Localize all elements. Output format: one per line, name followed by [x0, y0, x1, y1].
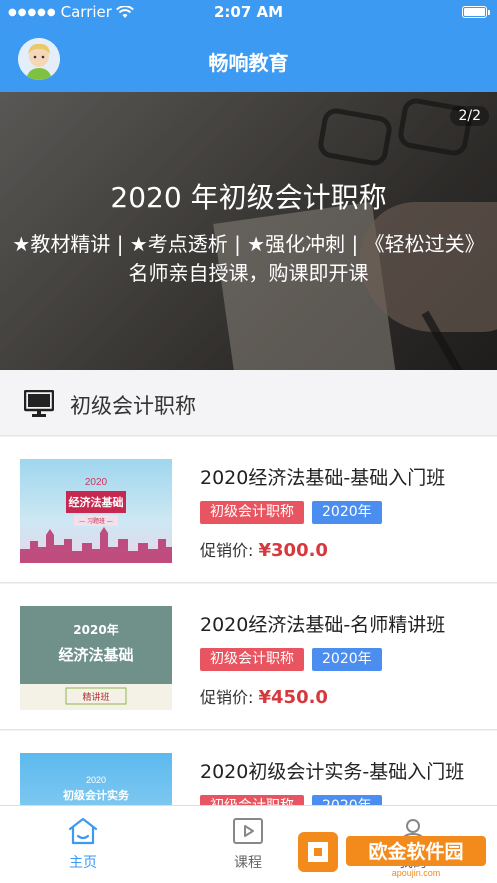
thumb-name: 经济法基础 — [69, 495, 124, 509]
monitor-icon — [24, 390, 54, 417]
banner-page-indicator: 2/2 — [450, 106, 489, 126]
price-row: 促销价: ¥450.0 — [200, 684, 328, 708]
watermark-url: apoujin.com — [392, 868, 441, 878]
status-time: 2:07 AM — [213, 3, 284, 21]
course-thumbnail-art: 2020 经济法基础 — 习题班 — — [20, 477, 172, 563]
status-bar: ●●●●● Carrier 2:07 AM — [0, 0, 497, 26]
app-header: ●●●●● Carrier 2:07 AM 畅响教育 — [0, 0, 497, 92]
thumb-sub: — 习题班 — — [79, 517, 113, 525]
tab-home[interactable]: 主页 — [23, 816, 143, 872]
price-value: ¥300.0 — [258, 540, 328, 561]
course-thumbnail: 2020 经济法基础 — 习题班 — — [20, 459, 172, 563]
thumb-year: 2020 — [85, 477, 108, 488]
thumb-name: 经济法基础 — [58, 646, 133, 664]
price-row: 促销价: ¥300.0 — [200, 537, 328, 561]
course-thumbnail: 2020年 经济法基础 精讲班 — [20, 606, 172, 710]
banner-title: 2020 年初级会计职称 — [110, 181, 387, 214]
year-tag: 2020年 — [312, 648, 382, 671]
promo-banner[interactable]: 2/2 2020 年初级会计职称 ★教材精讲 | ★考点透析 | ★强化冲刺 |… — [0, 92, 497, 370]
category-tag: 初级会计职称 — [200, 648, 304, 671]
course-title: 2020经济法基础-名师精讲班 — [200, 614, 446, 636]
price-value: ¥450.0 — [258, 687, 328, 708]
course-title: 2020初级会计实务-基础入门班 — [200, 761, 465, 783]
price-label: 促销价: — [200, 688, 254, 707]
section-title: 初级会计职称 — [70, 394, 196, 418]
app-title: 畅响教育 — [208, 51, 289, 75]
category-tag: 初级会计职称 — [200, 501, 304, 524]
watermark-art: 欧金软件园 apoujin.com — [298, 832, 486, 878]
course-tags: 初级会计职称 2020年 — [200, 648, 382, 671]
course-thumbnail-art: 2020年 经济法基础 精讲班 — [20, 606, 172, 710]
thumb-sub: 精讲班 — [82, 691, 109, 703]
banner-subtitle: ★教材精讲 | ★考点透析 | ★强化冲刺 | 《轻松过关》名师亲自授课，购课即… — [12, 232, 485, 285]
price-label: 促销价: — [200, 541, 254, 560]
tab-courses[interactable]: 课程 — [188, 816, 308, 872]
course-tags: 初级会计职称 2020年 — [200, 501, 382, 524]
tab-label: 主页 — [69, 855, 97, 871]
year-tag: 2020年 — [312, 501, 382, 524]
thumb-year: 2020年 — [73, 622, 118, 637]
home-icon — [68, 817, 98, 845]
course-item[interactable]: 2020 经济法基础 — 习题班 — 2020经济法基础-基础入门班 初级会计职… — [0, 437, 497, 583]
watermark-logo: 欧金软件园 apoujin.com — [296, 828, 491, 878]
thumb-name: 初级会计实务 — [63, 788, 130, 802]
battery-icon — [462, 6, 490, 18]
video-play-icon — [233, 818, 263, 844]
course-title: 2020经济法基础-基础入门班 — [200, 467, 446, 489]
section-header: 初级会计职称 — [0, 370, 497, 436]
watermark-text: 欧金软件园 — [368, 840, 463, 863]
thumb-year: 2020 — [86, 775, 106, 785]
course-item[interactable]: 2020年 经济法基础 精讲班 2020经济法基础-名师精讲班 初级会计职称 2… — [0, 584, 497, 730]
tab-label: 课程 — [234, 855, 262, 871]
